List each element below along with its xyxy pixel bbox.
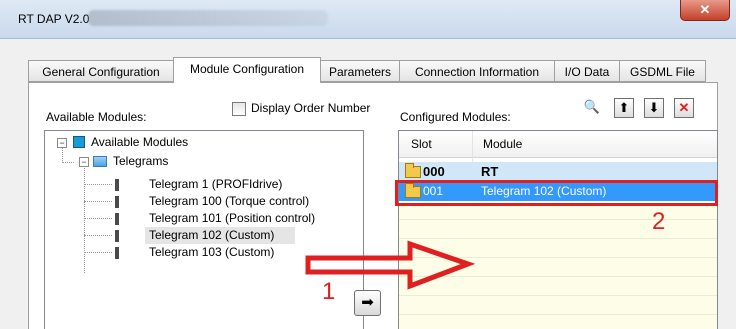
tab-module-configuration[interactable]: Module Configuration [173,57,321,83]
annotation-arrow [305,240,476,290]
dialog-window: RT DAP V2.0 ✕ General Configuration Modu… [0,0,736,329]
